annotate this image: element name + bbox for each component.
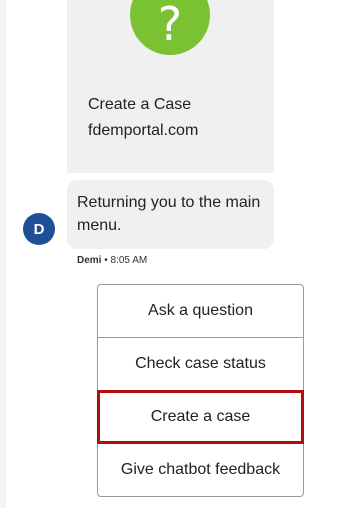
bot-message-bubble: Returning you to the main menu. — [67, 180, 274, 249]
meta-separator: • — [101, 255, 111, 266]
message-meta: Demi • 8:05 AM — [77, 255, 147, 266]
message-time: 8:05 AM — [110, 255, 148, 266]
create-case-link-card[interactable]: ? Create a Case fdemportal.com — [67, 0, 274, 173]
bot-avatar: D — [23, 213, 55, 245]
sender-name: Demi — [77, 255, 102, 266]
menu-options: Ask a question Check case status Create … — [97, 284, 304, 497]
svg-text:?: ? — [158, 0, 182, 51]
bot-message-text: Returning you to the main menu. — [77, 194, 261, 234]
ask-question-button[interactable]: Ask a question — [97, 284, 304, 338]
check-case-status-button[interactable]: Check case status — [97, 337, 304, 391]
card-title: Create a Case — [88, 96, 192, 113]
create-case-button[interactable]: Create a case — [97, 390, 304, 444]
give-feedback-button[interactable]: Give chatbot feedback — [97, 443, 304, 497]
panel-edge — [0, 0, 6, 508]
card-url[interactable]: fdemportal.com — [88, 122, 198, 140]
question-mark-icon: ? — [130, 0, 210, 56]
